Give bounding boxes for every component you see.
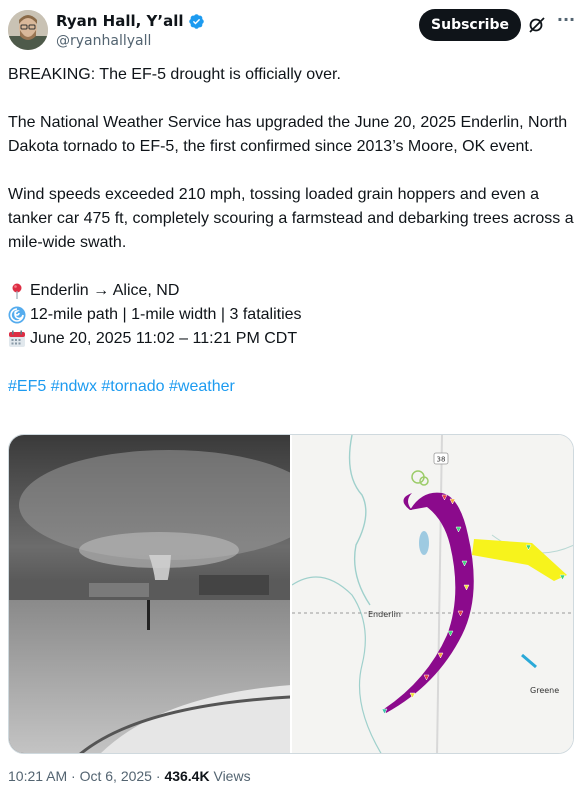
cyclone-icon [8,306,26,324]
stats-line: 12-mile path | 1-mile width | 3 fataliti… [8,303,574,327]
meta-separator: · [151,768,165,784]
media-grid: 38 Enderlin Greene [8,434,574,754]
tornado-photo[interactable] [9,435,290,753]
hashtag-tornado[interactable]: #tornado [101,378,164,395]
tweet-paragraph-winds: Wind speeds exceeded 210 mph, tossing lo… [8,186,574,251]
hashtag-ef5[interactable]: #EF5 [8,378,46,395]
author-handle[interactable]: @ryanhallyall [56,33,151,49]
tweet-card: Ryan Hall, Y’all @ryanhallyall Subscribe… [0,0,582,797]
location-text: Enderlin → Alice, ND [30,282,180,299]
calendar-icon [8,330,26,348]
datetime-line: June 20, 2025 11:02 – 11:21 PM CDT [8,327,574,351]
view-count: 436.4K [164,768,210,784]
more-options-icon[interactable]: ··· [556,11,576,37]
round-pushpin-icon [8,282,26,300]
tweet-paragraph-upgrade: The National Weather Service has upgrade… [8,114,568,155]
tweet-text: BREAKING: The EF-5 drought is officially… [8,63,574,399]
hashtag-row: #EF5 #ndwx #tornado #weather [8,375,574,399]
author-name[interactable]: Ryan Hall, Y’all [56,12,184,30]
hashtag-ndwx[interactable]: #ndwx [51,378,97,395]
damage-path-map[interactable]: 38 Enderlin Greene [292,435,573,753]
tweet-meta: 10:21 AM · Oct 6, 2025 · 436.4K Views [8,768,251,784]
tweet-timestamp[interactable]: 10:21 AM · Oct 6, 2025 [8,768,152,784]
datetime-text: June 20, 2025 11:02 – 11:21 PM CDT [30,330,298,347]
map-label-greene: Greene [530,686,559,695]
tweet-header: Ryan Hall, Y’all @ryanhallyall Subscribe… [8,8,576,52]
stats-text: 12-mile path | 1-mile width | 3 fataliti… [30,306,302,323]
map-label-enderlin: Enderlin [368,610,401,619]
highway-label: 38 [437,456,446,464]
subscribe-button[interactable]: Subscribe [419,9,521,41]
author-name-row: Ryan Hall, Y’all [56,12,205,30]
views-label: Views [209,768,251,784]
avatar[interactable] [8,10,48,50]
grok-icon[interactable] [528,16,546,34]
verified-badge-icon [188,13,205,30]
location-line: Enderlin → Alice, ND [8,279,574,303]
tweet-line-breaking: BREAKING: The EF-5 drought is officially… [8,66,341,83]
hashtag-weather[interactable]: #weather [169,378,235,395]
